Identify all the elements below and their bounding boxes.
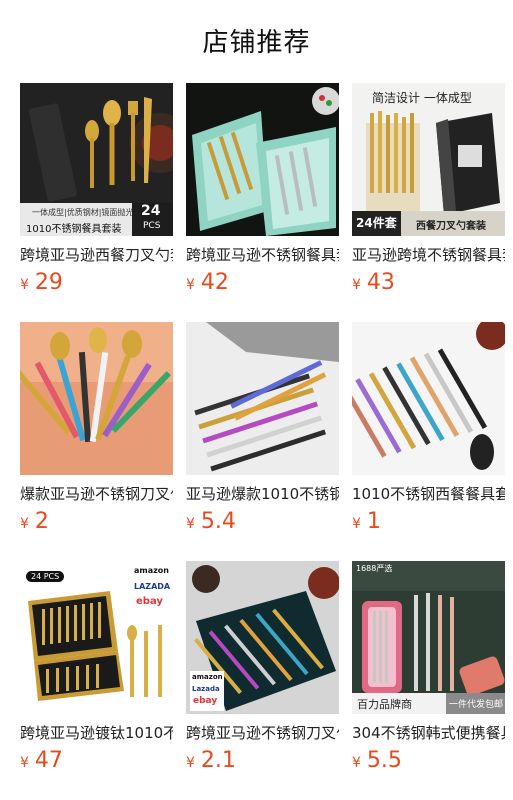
product-price: ¥5.4	[186, 509, 236, 534]
price-value: 42	[200, 270, 229, 295]
badge-unit: PCS	[143, 221, 161, 231]
product-price: ¥2	[20, 509, 49, 534]
product-image-1[interactable]: 一体成型|优质钢材|镜面抛光 1010不锈钢餐具套装 24 PCS	[20, 83, 173, 236]
section-title: 店铺推荐	[202, 28, 311, 58]
product-card-2[interactable]: 跨境亚马逊不锈钢餐具套装 ¥42	[186, 83, 339, 305]
product-name[interactable]: 跨境亚马逊不锈钢餐具套装	[186, 244, 339, 265]
currency-symbol: ¥	[186, 755, 195, 771]
price-value: 2.1	[200, 748, 236, 773]
product-name[interactable]: 爆款亚马逊不锈钢刀叉勺	[20, 483, 173, 504]
price-value: 5.4	[200, 509, 236, 534]
brand-logo-ebay: ebay	[136, 596, 163, 607]
product-name[interactable]: 亚马逊爆款1010不锈钢餐具	[186, 483, 339, 504]
product-price: ¥47	[20, 748, 63, 773]
currency-symbol: ¥	[186, 277, 195, 293]
product-image-3[interactable]: 简洁设计 一体成型 24件套 西餐刀叉勺套装	[352, 83, 505, 236]
price-value: 5.5	[366, 748, 402, 773]
image-footer-right: 一件代发包邮	[449, 700, 504, 710]
image-top-tag: 1688严选	[356, 564, 393, 573]
badge-count: 24	[141, 203, 161, 219]
currency-symbol: ¥	[352, 277, 361, 293]
image-bottom-text: 西餐刀叉勺套装	[416, 221, 486, 232]
product-card-4[interactable]: 爆款亚马逊不锈钢刀叉勺 ¥2	[20, 322, 173, 544]
product-card-1[interactable]: 一体成型|优质钢材|镜面抛光 1010不锈钢餐具套装 24 PCS 跨境亚马逊西…	[20, 83, 173, 305]
price-value: 43	[366, 270, 395, 295]
rainbow-cutlery-icon	[186, 322, 339, 475]
price-value: 29	[34, 270, 63, 295]
image-caption-main: 1010不锈钢餐具套装	[26, 224, 122, 235]
image-caption-small: 一体成型|优质钢材|镜面抛光	[32, 208, 134, 217]
image-badge-text: 24 PCS	[26, 571, 65, 582]
brand-logo-ebay: ebay	[193, 696, 218, 706]
product-image-5[interactable]	[186, 322, 339, 475]
product-image-4[interactable]	[20, 322, 173, 475]
product-price: ¥42	[186, 270, 229, 295]
product-image-8[interactable]: amazon Lazada ebay	[186, 561, 339, 714]
product-card-8[interactable]: amazon Lazada ebay 跨境亚马逊不锈钢刀叉勺 ¥2.1	[186, 561, 339, 783]
product-card-9[interactable]: 1688严选 百力品牌商 一件代发包邮 304不锈钢韩式便携餐具 ¥5.5	[352, 561, 505, 783]
price-value: 47	[34, 748, 63, 773]
product-name[interactable]: 跨境亚马逊不锈钢刀叉勺	[186, 722, 339, 743]
colorful-cutlery-fan-icon	[20, 322, 173, 475]
product-name[interactable]: 304不锈钢韩式便携餐具	[352, 722, 505, 743]
product-image-9[interactable]: 1688严选 百力品牌商 一件代发包邮	[352, 561, 505, 714]
brand-logo-lazada: LAZADA	[134, 582, 171, 591]
product-image-6[interactable]	[352, 322, 505, 475]
product-price: ¥5.5	[352, 748, 402, 773]
product-name[interactable]: 1010不锈钢西餐餐具套装	[352, 483, 505, 504]
product-card-6[interactable]: 1010不锈钢西餐餐具套装 ¥1	[352, 322, 505, 544]
brand-logo-amazon: amazon	[134, 566, 169, 575]
mixed-color-cutlery-icon	[352, 322, 505, 475]
cutlery-gift-box-icon	[186, 83, 339, 236]
currency-symbol: ¥	[20, 755, 29, 771]
brand-logo-amazon: amazon	[192, 673, 223, 681]
product-image-7[interactable]: 24 PCS amazon LAZADA ebay	[20, 561, 173, 714]
product-price: ¥2.1	[186, 748, 236, 773]
currency-symbol: ¥	[20, 516, 29, 532]
currency-symbol: ¥	[352, 755, 361, 771]
image-top-text: 简洁设计 一体成型	[372, 91, 472, 105]
currency-symbol: ¥	[20, 277, 29, 293]
currency-symbol: ¥	[352, 516, 361, 532]
product-price: ¥43	[352, 270, 395, 295]
product-name[interactable]: 亚马逊跨境不锈钢餐具套装	[352, 244, 505, 265]
product-card-7[interactable]: 24 PCS amazon LAZADA ebay 跨境亚马逊镀钛1010不锈钢…	[20, 561, 173, 783]
price-value: 2	[34, 509, 49, 534]
product-price: ¥1	[352, 509, 381, 534]
image-badge-text: 24件套	[352, 211, 401, 236]
product-name[interactable]: 跨境亚马逊镀钛1010不锈钢	[20, 722, 173, 743]
product-name[interactable]: 跨境亚马逊西餐刀叉勺套装	[20, 244, 173, 265]
product-price: ¥29	[20, 270, 63, 295]
product-card-5[interactable]: 亚马逊爆款1010不锈钢餐具 ¥5.4	[186, 322, 339, 544]
price-value: 1	[366, 509, 381, 534]
currency-symbol: ¥	[186, 516, 195, 532]
brand-logo-lazada: Lazada	[192, 685, 220, 693]
product-card-3[interactable]: 简洁设计 一体成型 24件套 西餐刀叉勺套装 亚马逊跨境不锈钢餐具套装 ¥43	[352, 83, 505, 305]
portable-cutlery-set-icon	[352, 561, 505, 714]
image-footer-left: 百力品牌商	[357, 698, 412, 711]
product-image-2[interactable]	[186, 83, 339, 236]
